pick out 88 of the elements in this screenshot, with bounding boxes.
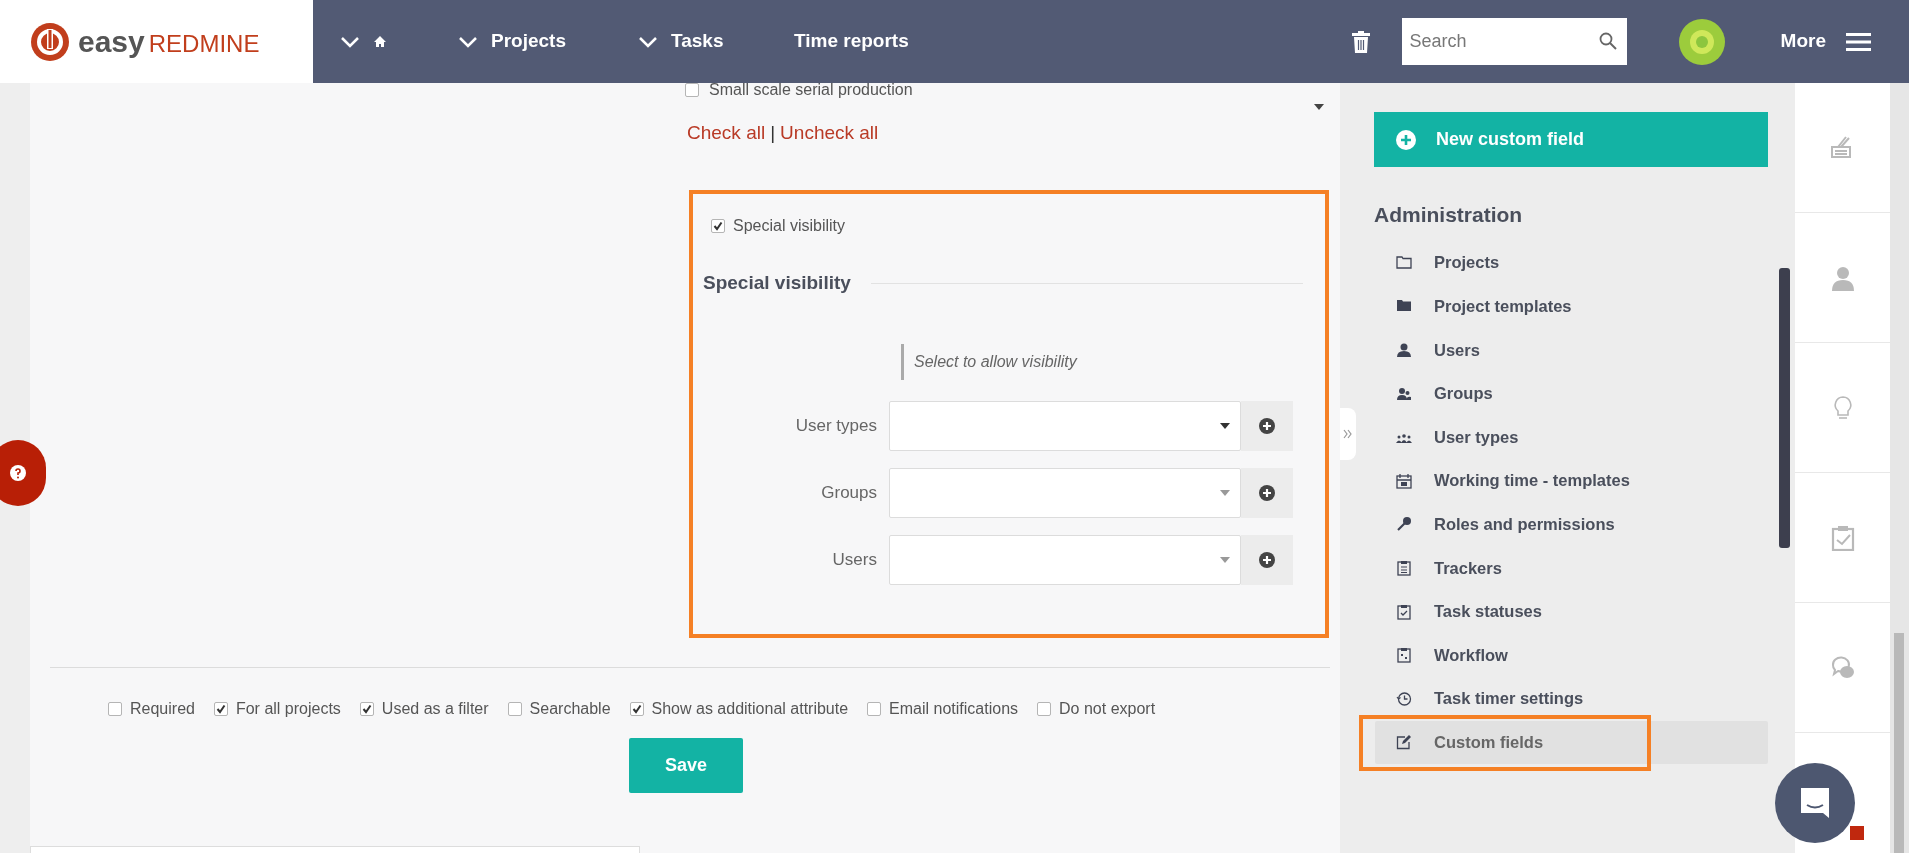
section-heading: Special visibility: [703, 271, 851, 295]
checkbox-label: Searchable: [529, 699, 611, 719]
sidebar-item[interactable]: Custom fields: [1375, 720, 1768, 765]
sidebar-item[interactable]: Task statuses: [1375, 589, 1768, 634]
nav-item[interactable]: Tasks: [639, 0, 794, 83]
checkbox[interactable]: [629, 702, 644, 716]
sidebar-item[interactable]: Roles and permissions: [1375, 502, 1768, 547]
checkbox[interactable]: [1037, 702, 1052, 716]
clipboard-check-icon: [1396, 603, 1412, 620]
checkbox[interactable]: [108, 702, 122, 716]
checkbox-label: Special visibility: [733, 216, 846, 236]
plus-circle-icon: [1259, 485, 1275, 501]
folder-icon: [1396, 254, 1412, 271]
calendar-icon: [1396, 472, 1412, 489]
logo-text: REDMINE: [148, 29, 260, 59]
hint-text: Select to allow visibility: [901, 344, 1077, 380]
plus-circle-icon: [1259, 552, 1275, 568]
sidebar-item[interactable]: Working time - templates: [1375, 458, 1768, 503]
edit-icon: [1396, 734, 1412, 751]
sidebar-item[interactable]: Task timer settings: [1375, 676, 1768, 721]
caret-down-icon: [1220, 557, 1230, 563]
sidebar-item[interactable]: User types: [1375, 415, 1768, 459]
checkbox-label: Show as additional attribute: [651, 699, 849, 719]
add-button[interactable]: [1241, 468, 1293, 518]
trash-icon: [1350, 30, 1371, 53]
logo-icon: [30, 21, 70, 62]
field-label: Groups: [820, 482, 878, 505]
clipboard-check-icon: [1829, 524, 1856, 551]
user-icon: [1829, 264, 1856, 291]
sidebar-item[interactable]: Projects: [1375, 241, 1768, 285]
checkbox[interactable]: [867, 702, 882, 716]
field-label: Users: [831, 549, 878, 572]
search-icon: [1598, 32, 1617, 50]
checkbox-label: Used as a filter: [381, 699, 489, 719]
select-field[interactable]: [889, 468, 1241, 518]
sidebar-item[interactable]: Project templates: [1375, 284, 1768, 329]
chevron-down-icon: [639, 35, 657, 48]
add-button[interactable]: [1241, 535, 1293, 585]
users-icon: [1396, 385, 1412, 402]
caret-down-icon: [1220, 490, 1230, 496]
search-field[interactable]: Search: [1401, 18, 1627, 65]
select-field[interactable]: [889, 401, 1241, 451]
checkbox[interactable]: [213, 702, 228, 716]
clipboard-icon: [1396, 559, 1412, 576]
link-separator: |: [770, 121, 776, 145]
add-button[interactable]: [1241, 401, 1293, 451]
home-icon: [373, 35, 387, 48]
chat-bubbles-icon: [1829, 654, 1856, 681]
plus-circle-icon: [1259, 418, 1275, 434]
check-all-link[interactable]: Check all: [687, 119, 766, 148]
nav-item[interactable]: Time reports: [794, 0, 909, 83]
checkbox-label: For all projects: [235, 699, 341, 719]
sidebar-item[interactable]: Users: [1375, 328, 1768, 372]
caret-down-icon: [1313, 103, 1325, 111]
checkbox[interactable]: [711, 219, 725, 233]
menu-icon: [1846, 31, 1871, 52]
double-chevron-icon: [1343, 429, 1353, 439]
notification-badge: [1850, 826, 1864, 840]
checkbox-label: Email notifications: [889, 699, 1019, 719]
more-menu-button[interactable]: More: [1780, 27, 1871, 56]
help-icon: [9, 464, 27, 482]
scrollbar-thumb[interactable]: [1779, 268, 1790, 548]
chevron-down-icon: [459, 35, 477, 48]
select-field[interactable]: [889, 535, 1241, 585]
checkbox[interactable]: [685, 83, 699, 97]
checkbox[interactable]: [507, 702, 522, 716]
checkbox-label: Small scale serial production: [709, 81, 913, 99]
collapse-tab[interactable]: [1340, 408, 1356, 460]
sidebar-item[interactable]: Workflow: [1375, 633, 1768, 677]
user-icon: [1396, 342, 1412, 358]
workflow-icon: [1396, 647, 1412, 664]
scrollbar-thumb[interactable]: [1894, 633, 1904, 853]
sidebar-item[interactable]: Groups: [1375, 371, 1768, 416]
sidebar-item[interactable]: Trackers: [1375, 546, 1768, 590]
checkbox-label: Do not export: [1059, 699, 1156, 719]
uncheck-all-link[interactable]: Uncheck all: [780, 119, 879, 148]
clock-icon: [1396, 690, 1412, 707]
help-button[interactable]: [0, 440, 46, 506]
plus-circle-icon: [1396, 129, 1416, 150]
field-label: User types: [794, 415, 878, 438]
checkbox[interactable]: [359, 702, 374, 716]
logo-text: easy: [78, 24, 145, 60]
nav-item[interactable]: Projects: [459, 0, 639, 83]
checkbox-label: Required: [130, 699, 195, 719]
chevron-down-icon: [341, 35, 359, 48]
sidebar-heading: Administration: [1374, 202, 1523, 228]
caret-down-icon: [1220, 423, 1230, 429]
key-icon: [1396, 516, 1412, 533]
